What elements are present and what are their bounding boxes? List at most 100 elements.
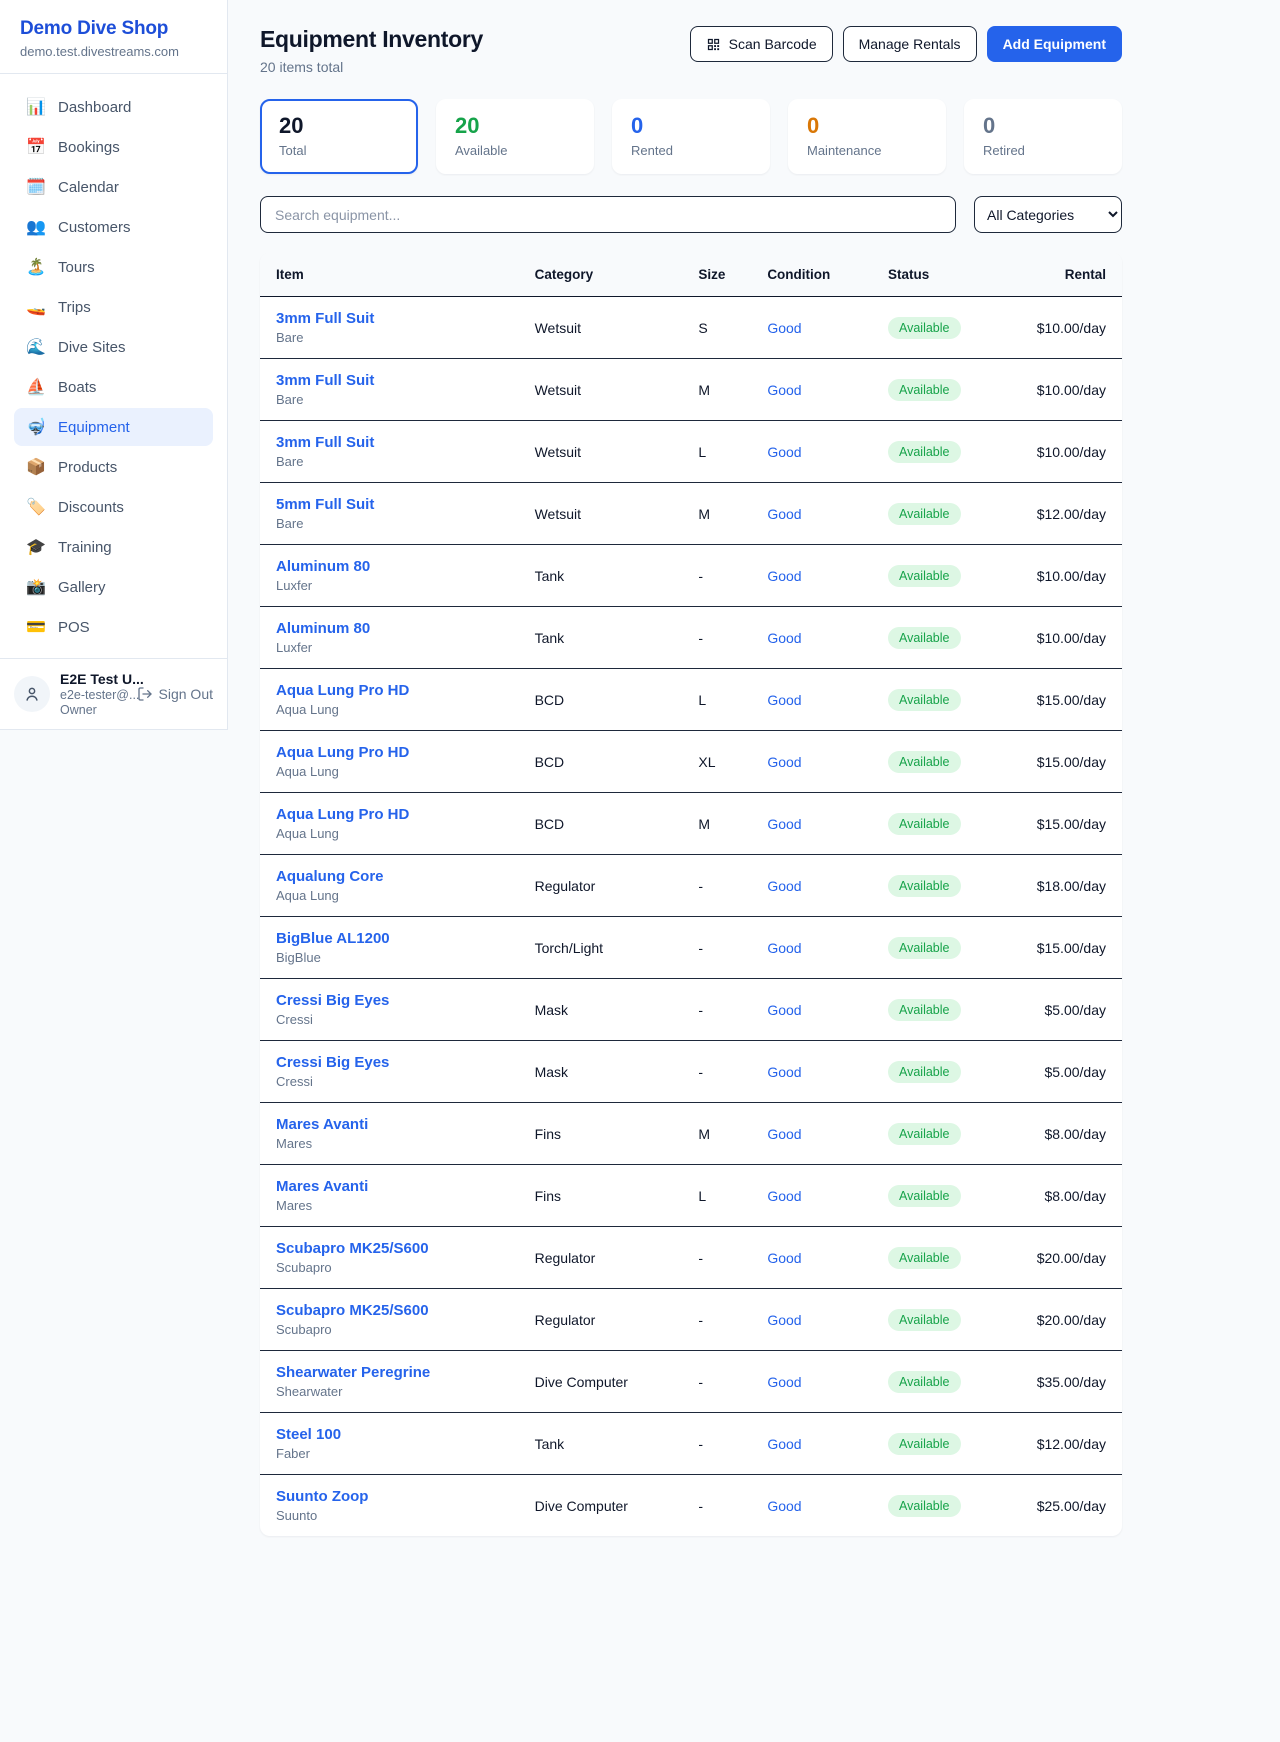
status-badge: Available bbox=[888, 937, 961, 959]
stat-label: Total bbox=[279, 143, 399, 158]
user-email: e2e-tester@... bbox=[60, 688, 127, 702]
sidebar-item[interactable]: 📊 Dashboard bbox=[14, 88, 213, 126]
item-condition-link[interactable]: Good bbox=[767, 878, 801, 894]
manage-rentals-button[interactable]: Manage Rentals bbox=[843, 26, 977, 62]
manage-rentals-label: Manage Rentals bbox=[859, 36, 961, 52]
sidebar-item[interactable]: 📦 Products bbox=[14, 448, 213, 486]
user-name: E2E Test U... bbox=[60, 671, 127, 687]
sign-out-label: Sign Out bbox=[159, 686, 213, 702]
item-name-link[interactable]: Aluminum 80 bbox=[276, 558, 370, 575]
stat-card[interactable]: 20 Total bbox=[260, 99, 418, 174]
sidebar-item[interactable]: ⛵ Boats bbox=[14, 368, 213, 406]
item-category: Fins bbox=[519, 1103, 683, 1165]
item-condition-link[interactable]: Good bbox=[767, 1188, 801, 1204]
stat-value: 0 bbox=[631, 113, 751, 139]
col-rental: Rental bbox=[1019, 253, 1122, 297]
sidebar-item[interactable]: 🤿 Equipment bbox=[14, 408, 213, 446]
item-category: Wetsuit bbox=[519, 297, 683, 359]
page-title-block: Equipment Inventory 20 items total bbox=[260, 26, 483, 75]
add-equipment-button[interactable]: Add Equipment bbox=[987, 26, 1122, 62]
item-name-link[interactable]: Cressi Big Eyes bbox=[276, 992, 389, 1009]
item-condition-link[interactable]: Good bbox=[767, 1126, 801, 1142]
sidebar-item-icon: 🚤 bbox=[26, 297, 46, 317]
item-condition-link[interactable]: Good bbox=[767, 940, 801, 956]
sidebar-nav: 📊 Dashboard 📅 Bookings 🗓️ Calendar 👥 Cus… bbox=[0, 74, 227, 658]
item-name-link[interactable]: 3mm Full Suit bbox=[276, 372, 374, 389]
sidebar-item[interactable]: 🏝️ Tours bbox=[14, 248, 213, 286]
search-input[interactable] bbox=[260, 196, 956, 233]
item-category: Regulator bbox=[519, 1289, 683, 1351]
item-condition-link[interactable]: Good bbox=[767, 1312, 801, 1328]
status-badge: Available bbox=[888, 1185, 961, 1207]
item-size: L bbox=[682, 1165, 751, 1227]
item-name-link[interactable]: Suunto Zoop bbox=[276, 1488, 368, 1505]
item-name-link[interactable]: 5mm Full Suit bbox=[276, 496, 374, 513]
item-name-link[interactable]: Scubapro MK25/S600 bbox=[276, 1302, 429, 1319]
item-condition-link[interactable]: Good bbox=[767, 1436, 801, 1452]
item-condition-link[interactable]: Good bbox=[767, 754, 801, 770]
item-name-link[interactable]: Aqua Lung Pro HD bbox=[276, 682, 409, 699]
sidebar-item[interactable]: 🌊 Dive Sites bbox=[14, 328, 213, 366]
item-condition-link[interactable]: Good bbox=[767, 506, 801, 522]
item-name-link[interactable]: Steel 100 bbox=[276, 1426, 341, 1443]
item-name-link[interactable]: 3mm Full Suit bbox=[276, 434, 374, 451]
stat-card[interactable]: 0 Retired bbox=[964, 99, 1122, 174]
sidebar-item-icon: 📅 bbox=[26, 137, 46, 157]
sidebar-item-label: Bookings bbox=[58, 139, 120, 156]
item-name-link[interactable]: Aqua Lung Pro HD bbox=[276, 744, 409, 761]
item-size: M bbox=[682, 793, 751, 855]
item-name-link[interactable]: Cressi Big Eyes bbox=[276, 1054, 389, 1071]
item-rental: $10.00/day bbox=[1019, 421, 1122, 483]
item-condition-link[interactable]: Good bbox=[767, 568, 801, 584]
item-name-link[interactable]: Aluminum 80 bbox=[276, 620, 370, 637]
item-condition-link[interactable]: Good bbox=[767, 692, 801, 708]
item-brand: Shearwater bbox=[276, 1384, 503, 1399]
scan-barcode-button[interactable]: Scan Barcode bbox=[690, 26, 833, 62]
sidebar-item[interactable]: 📸 Gallery bbox=[14, 568, 213, 606]
item-name-link[interactable]: BigBlue AL1200 bbox=[276, 930, 390, 947]
item-size: M bbox=[682, 1103, 751, 1165]
stat-value: 0 bbox=[983, 113, 1103, 139]
table-row: Aqua Lung Pro HD Aqua Lung BCD L Good Av… bbox=[260, 669, 1122, 731]
sidebar-item[interactable]: 🏷️ Discounts bbox=[14, 488, 213, 526]
item-name-link[interactable]: Shearwater Peregrine bbox=[276, 1364, 430, 1381]
sidebar-item-icon: 📦 bbox=[26, 457, 46, 477]
sidebar-item[interactable]: 🎓 Training bbox=[14, 528, 213, 566]
item-condition-link[interactable]: Good bbox=[767, 1250, 801, 1266]
sidebar-item[interactable]: 💳 POS bbox=[14, 608, 213, 646]
item-rental: $10.00/day bbox=[1019, 545, 1122, 607]
item-name-link[interactable]: Scubapro MK25/S600 bbox=[276, 1240, 429, 1257]
item-condition-link[interactable]: Good bbox=[767, 382, 801, 398]
item-size: - bbox=[682, 1041, 751, 1103]
sign-out-button[interactable]: Sign Out bbox=[137, 686, 213, 702]
item-condition-link[interactable]: Good bbox=[767, 630, 801, 646]
item-name-link[interactable]: 3mm Full Suit bbox=[276, 310, 374, 327]
sidebar-item[interactable]: 📅 Bookings bbox=[14, 128, 213, 166]
sidebar-item[interactable]: 👥 Customers bbox=[14, 208, 213, 246]
item-condition-link[interactable]: Good bbox=[767, 320, 801, 336]
stat-card[interactable]: 0 Rented bbox=[612, 99, 770, 174]
item-size: - bbox=[682, 1351, 751, 1413]
item-condition-link[interactable]: Good bbox=[767, 1498, 801, 1514]
item-name-link[interactable]: Aqua Lung Pro HD bbox=[276, 806, 409, 823]
item-condition-link[interactable]: Good bbox=[767, 1002, 801, 1018]
stat-label: Rented bbox=[631, 143, 751, 158]
item-rental: $15.00/day bbox=[1019, 669, 1122, 731]
sidebar-item[interactable]: 🗓️ Calendar bbox=[14, 168, 213, 206]
item-name-link[interactable]: Mares Avanti bbox=[276, 1116, 368, 1133]
item-condition-link[interactable]: Good bbox=[767, 1064, 801, 1080]
item-condition-link[interactable]: Good bbox=[767, 1374, 801, 1390]
item-name-link[interactable]: Mares Avanti bbox=[276, 1178, 368, 1195]
status-badge: Available bbox=[888, 813, 961, 835]
stat-card[interactable]: 20 Available bbox=[436, 99, 594, 174]
category-select[interactable]: All Categories bbox=[974, 196, 1122, 233]
item-condition-link[interactable]: Good bbox=[767, 444, 801, 460]
item-rental: $15.00/day bbox=[1019, 731, 1122, 793]
sidebar-item[interactable]: 🚤 Trips bbox=[14, 288, 213, 326]
item-condition-link[interactable]: Good bbox=[767, 816, 801, 832]
item-category: Mask bbox=[519, 979, 683, 1041]
item-name-link[interactable]: Aqualung Core bbox=[276, 868, 384, 885]
stat-card[interactable]: 0 Maintenance bbox=[788, 99, 946, 174]
page-header: Equipment Inventory 20 items total Scan … bbox=[260, 26, 1122, 75]
status-badge: Available bbox=[888, 441, 961, 463]
